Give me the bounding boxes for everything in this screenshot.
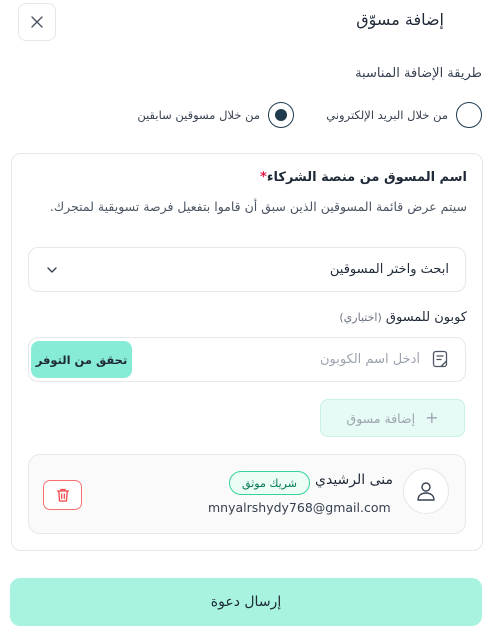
radio-email-label: من خلال البريد الإلكتروني [326,108,448,122]
plus-icon: + [425,408,439,427]
marketer-select-placeholder: ابحث واختر المسوقين [329,262,449,277]
coupon-icon [432,350,448,368]
verified-partner-badge: شريك موثق [229,471,310,495]
add-marketer-button[interactable]: + إضافة مسوق [320,399,465,437]
avatar [403,468,449,514]
chevron-down-icon [47,266,57,273]
radio-email[interactable] [456,102,482,128]
required-mark: * [260,170,267,185]
add-marketer-label: إضافة مسوق [346,410,416,426]
marketer-name: منى الرشيدي [315,472,393,488]
radio-option-previous-marketers[interactable]: من خلال مسوقين سابقين [137,100,294,130]
check-availability-button[interactable]: تحقق من التوفر [31,341,132,378]
radio-option-email[interactable]: من خلال البريد الإلكتروني [326,100,482,130]
close-button[interactable] [18,3,56,41]
trash-icon [56,488,69,502]
send-invitation-button[interactable]: إرسال دعوة [10,578,482,626]
coupon-optional-text: (اختياري) [339,311,382,324]
radio-previous-marketers[interactable] [268,102,294,128]
marketer-email: mnyalrshydy768@gmail.com [208,500,391,515]
partner-field-title: اسم المسوق من منصة الشركاء* [260,170,467,185]
coupon-input[interactable] [200,346,420,372]
method-label: طريقة الإضافة المناسبة [355,66,482,81]
coupon-label: كوبون للمسوق (اختياري) [339,310,467,325]
coupon-label-text: كوبون للمسوق [385,310,467,325]
close-icon [31,16,43,28]
delete-marketer-button[interactable] [43,480,82,510]
partner-field-title-text: اسم المسوق من منصة الشركاء [266,170,467,185]
user-icon [417,482,435,501]
radio-previous-marketers-label: من خلال مسوقين سابقين [137,108,260,122]
marketer-select[interactable]: ابحث واختر المسوقين [28,247,466,292]
modal-title: إضافة مسوّق [356,10,444,29]
partner-field-hint: سيتم عرض قائمة المسوقين الذين سبق أن قام… [49,199,467,214]
